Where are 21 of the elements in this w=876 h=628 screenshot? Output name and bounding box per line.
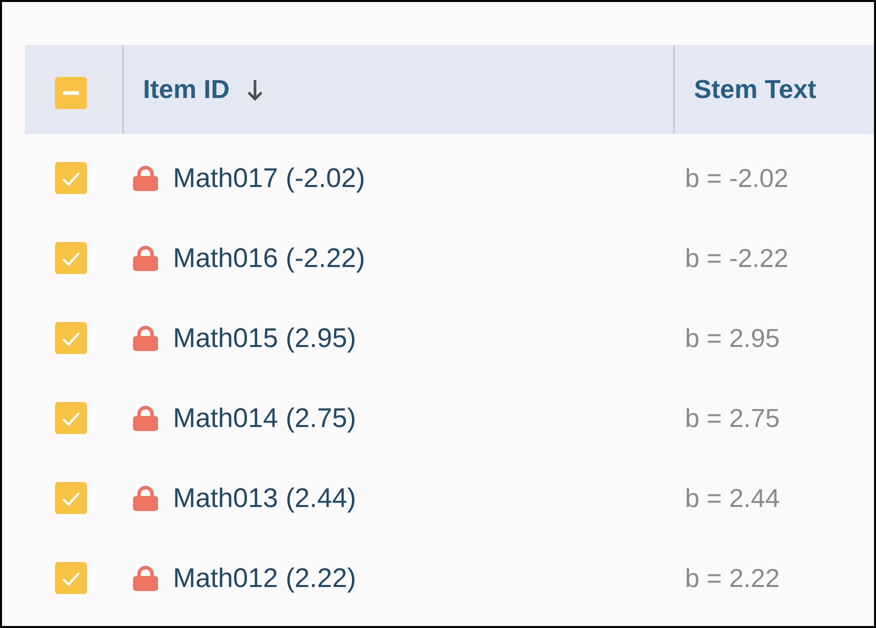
row-checkbox[interactable] — [55, 402, 87, 434]
stem-text: b = -2.02 — [685, 162, 788, 194]
item-link[interactable]: Math015 (2.95) — [173, 322, 356, 354]
row-checkbox[interactable] — [55, 482, 87, 514]
column-header[interactable]: Item ID — [143, 74, 264, 105]
stem-text: b = 2.95 — [685, 322, 780, 354]
stem-text: b = -2.22 — [685, 242, 788, 274]
stem-text: b = 2.44 — [685, 482, 780, 514]
item-link[interactable]: Math012 (2.22) — [173, 562, 356, 594]
item-link[interactable]: Math014 (2.75) — [173, 402, 356, 434]
item-link[interactable]: Math013 (2.44) — [173, 482, 356, 514]
item-link[interactable]: Math017 (-2.02) — [173, 162, 366, 194]
row-checkbox[interactable] — [55, 162, 87, 194]
stem-text: b = 2.75 — [685, 402, 780, 434]
item-link[interactable]: Math016 (-2.22) — [173, 242, 366, 274]
column-header[interactable]: Stem Text — [694, 74, 816, 105]
select-all-checkbox[interactable] — [55, 76, 87, 108]
row-checkbox[interactable] — [55, 322, 87, 354]
row-checkbox[interactable] — [55, 562, 87, 594]
stem-text: b = 2.22 — [685, 562, 780, 594]
row-checkbox[interactable] — [55, 242, 87, 274]
